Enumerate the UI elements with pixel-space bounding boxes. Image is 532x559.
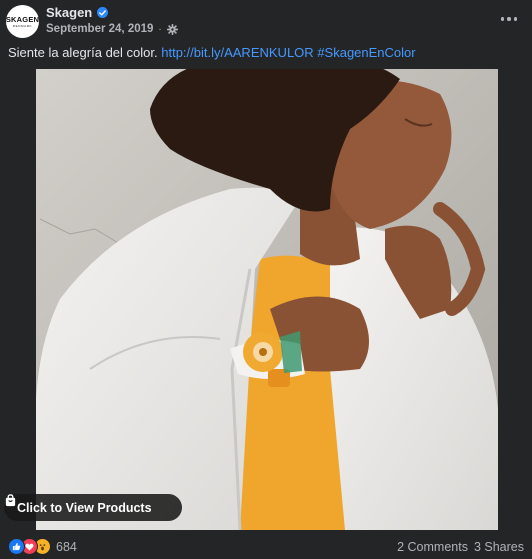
facebook-post: SKAGEN DENMARK Skagen September 24, 2019… [0,0,532,559]
post-date[interactable]: September 24, 2019 [46,23,153,35]
verified-badge-icon [97,7,109,18]
view-products-label: Click to View Products [17,500,152,515]
like-icon [8,538,25,555]
more-options-icon[interactable] [498,12,520,26]
comments-count-link[interactable]: 2 Comments [397,540,468,554]
photo-illustration [0,69,532,530]
avatar-brand-subtext: DENMARK [12,23,33,28]
engagement-counts: 2 Comments 3 Shares [397,540,524,554]
shares-count-link[interactable]: 3 Shares [474,540,524,554]
meta-separator: · [158,23,162,35]
caption-hashtag[interactable]: #SkagenEnColor [317,45,415,60]
post-footer: 684 2 Comments 3 Shares [0,530,532,559]
post-photo[interactable]: Click to View Products [0,69,532,530]
privacy-gear-icon[interactable] [166,23,178,35]
reaction-count: 684 [56,539,77,554]
page-name[interactable]: Skagen [46,5,92,20]
page-avatar[interactable]: SKAGEN DENMARK [6,5,39,38]
shopping-bag-icon [5,494,16,507]
post-caption: Siente la alegría del color. http://bit.… [8,45,526,61]
post-meta: September 24, 2019 · [46,23,178,35]
view-products-button[interactable]: Click to View Products [4,494,182,521]
caption-link[interactable]: http://bit.ly/AARENKULOR [161,45,313,60]
page-name-row: Skagen [46,5,109,20]
caption-text: Siente la alegría del color. [8,45,158,60]
post-header: SKAGEN DENMARK Skagen September 24, 2019… [0,0,532,42]
avatar-brand-text: SKAGEN [6,14,39,24]
reactions-summary[interactable]: 684 [8,538,77,555]
